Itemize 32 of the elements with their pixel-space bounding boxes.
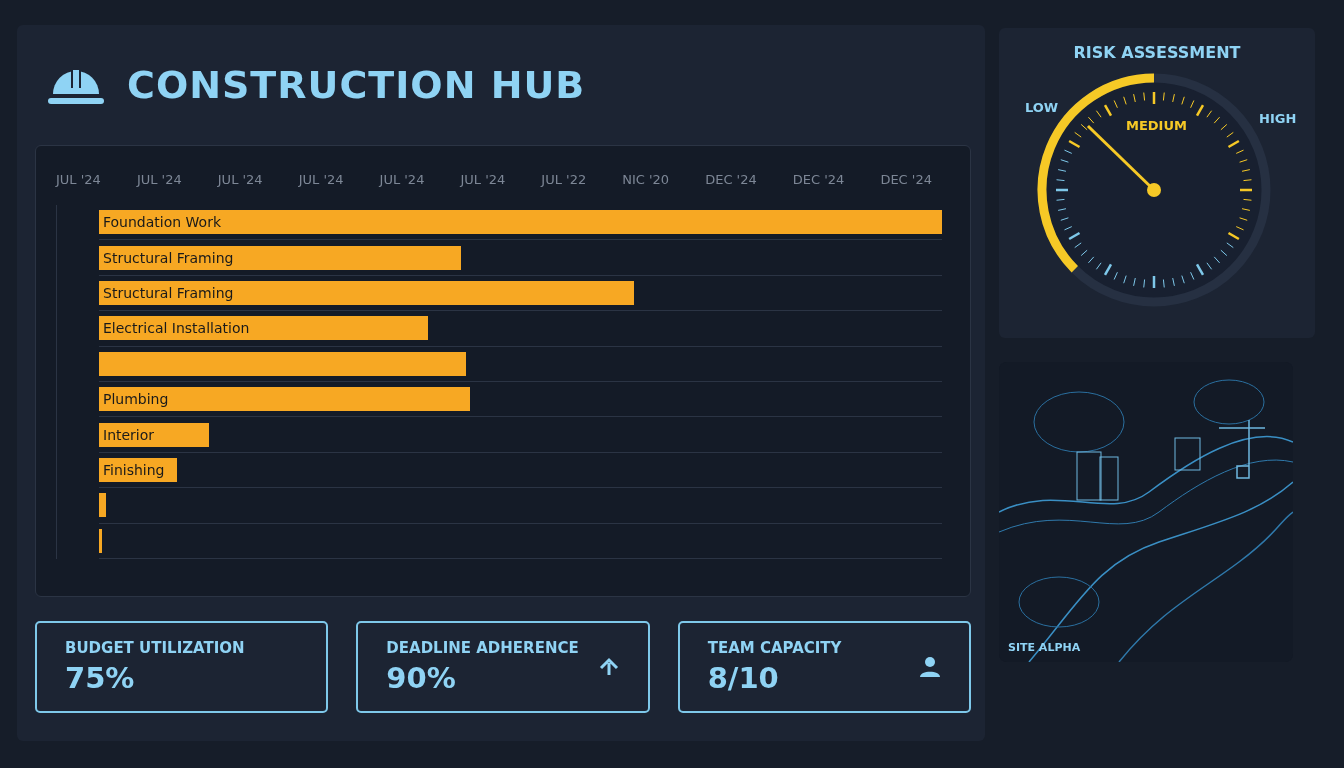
timeline-tick: JUL '24 (136, 172, 182, 187)
task-label: Structural Framing (102, 284, 234, 301)
task-label: Electrical Installation (102, 320, 250, 337)
task-label: Interior (102, 426, 155, 443)
timeline-tick: JUL '24 (298, 172, 344, 187)
kpi-value: 8/10 (707, 661, 780, 695)
high-label: HIGH (1259, 111, 1297, 126)
timeline-tick: JUL '24 (217, 172, 263, 187)
arrow-up-icon (597, 657, 620, 677)
kpi-value: 75% (65, 661, 136, 695)
kpi-label: BUDGET UTILIZATION (65, 639, 245, 657)
timeline-tick: JUL '22 (541, 172, 587, 187)
site-label: SITE ALPHA (1008, 641, 1081, 654)
timeline-tick: JUL '24 (379, 172, 425, 187)
timeline-tick: DEC '24 (880, 172, 932, 187)
timeline-tick: DEC '24 (792, 172, 845, 187)
task-label: Plumbing (102, 391, 169, 408)
gauge-title: RISK ASSESSMENT (1072, 43, 1242, 62)
timeline-tick: JUL '24 (56, 172, 101, 187)
timeline-tick: DEC '24 (705, 172, 757, 187)
person-icon (919, 656, 941, 678)
task-label: Finishing (102, 461, 165, 478)
task-label: Foundation Work (102, 214, 222, 231)
kpi-label: DEADLINE ADHERENCE (386, 639, 579, 657)
medium-label: MEDIUM (1126, 118, 1187, 133)
timeline-tick: NIC '20 (622, 172, 670, 187)
kpi-label: TEAM CAPACITY (707, 639, 842, 657)
kpi-value: 90% (386, 661, 457, 695)
timeline-tick: JUL '24 (460, 172, 506, 187)
task-label: Structural Framing (102, 249, 234, 266)
app-title: CONSTRUCTION HUB (127, 63, 586, 107)
low-label: LOW (1025, 100, 1059, 115)
